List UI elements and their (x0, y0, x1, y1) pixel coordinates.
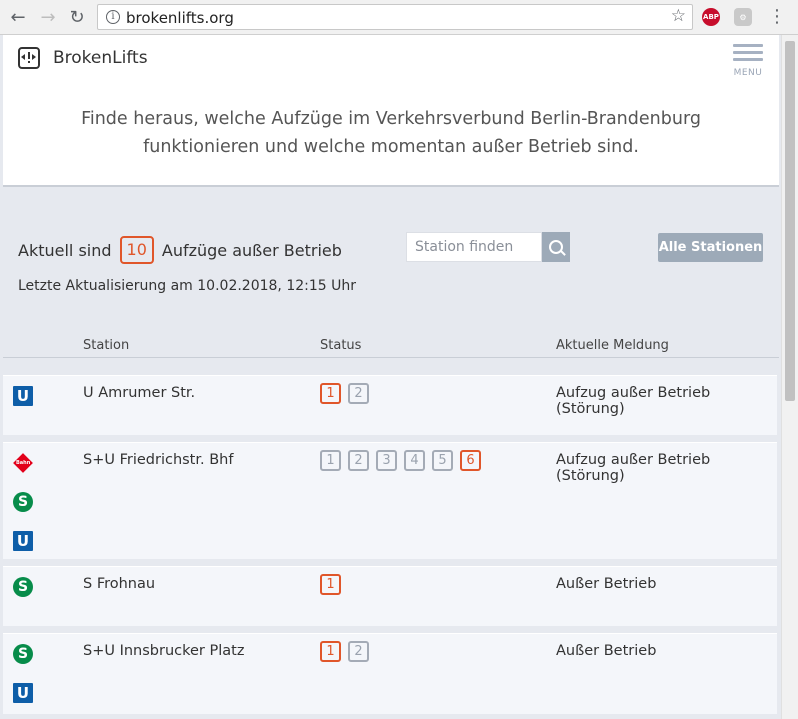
ubahn-icon: U (13, 531, 33, 551)
summary-suffix: Aufzüge außer Betrieb (161, 240, 342, 260)
lift-status-list: 12 (320, 383, 376, 404)
lift-badge-broken[interactable]: 1 (320, 383, 341, 404)
summary-line: Aktuell sind 10 Aufzüge außer Betrieb (18, 236, 342, 264)
lift-status-list: 123456 (320, 450, 488, 471)
forward-icon[interactable]: → (36, 5, 60, 29)
broken-count-badge: 10 (119, 236, 154, 264)
lift-badge-ok[interactable]: 2 (348, 641, 369, 662)
bookmark-star-icon[interactable]: ☆ (671, 6, 686, 26)
adblock-extension-icon[interactable]: ABP (702, 8, 720, 26)
address-bar[interactable]: i brokenlifts.org ☆ (97, 4, 693, 30)
lift-badge-broken[interactable]: 6 (460, 450, 481, 471)
lift-badge-ok[interactable]: 1 (320, 450, 341, 471)
lift-badge-ok[interactable]: 3 (376, 450, 397, 471)
lift-badge-broken[interactable]: 1 (320, 641, 341, 662)
back-icon[interactable]: ← (6, 5, 30, 29)
search-input[interactable]: Station finden (406, 232, 542, 262)
hero-header: BrokenLifts MENU Finde heraus, welche Au… (3, 35, 779, 187)
reload-icon[interactable]: ↻ (65, 5, 89, 29)
station-row[interactable]: S S Frohnau 1 Außer Betrieb (3, 566, 777, 626)
brand-name[interactable]: BrokenLifts (53, 48, 148, 68)
sbahn-icon: S (13, 492, 33, 512)
search-button[interactable] (542, 232, 570, 262)
lift-badge-ok[interactable]: 4 (404, 450, 425, 471)
column-station: Station (83, 338, 130, 353)
brokenlifts-logo-icon[interactable] (18, 47, 40, 69)
extension-icon[interactable]: ⚙ (734, 8, 752, 26)
sbahn-icon: S (13, 644, 33, 664)
station-name[interactable]: S+U Innsbrucker Platz (83, 643, 244, 659)
tagline: Finde heraus, welche Aufzüge im Verkehrs… (81, 109, 701, 157)
table-header: Station Status Aktuelle Meldung (3, 337, 779, 358)
search-icon (549, 240, 563, 254)
url-text: brokenlifts.org (126, 9, 234, 27)
db-bahn-icon: Bahn (13, 453, 33, 473)
lift-badge-ok[interactable]: 2 (348, 450, 369, 471)
station-row[interactable]: U U Amrumer Str. 1 2 Aufzug außer Betrieb (S… (3, 375, 777, 435)
summary-prefix: Aktuell sind (18, 240, 112, 260)
browser-menu-icon[interactable]: ⋮ (768, 6, 786, 27)
station-name[interactable]: S+U Friedrichstr. Bhf (83, 452, 233, 468)
current-message: Aufzug außer Betrieb (Störung) (556, 452, 711, 484)
ubahn-icon: U (13, 683, 33, 703)
lift-badge-ok[interactable]: 2 (348, 383, 369, 404)
station-row[interactable]: S U S+U Innsbrucker Platz 1 2 Außer Betrieb (3, 633, 777, 714)
lift-badge-broken[interactable]: 1 (320, 574, 341, 595)
current-message: Außer Betrieb (556, 643, 657, 659)
station-name[interactable]: S Frohnau (83, 576, 155, 592)
last-update-text: Letzte Aktualisierung am 10.02.2018, 12:… (18, 278, 356, 294)
browser-toolbar: ← → ↻ i brokenlifts.org ☆ ABP ⚙ ⋮ (0, 0, 798, 35)
column-status: Status (320, 338, 362, 353)
page-content: BrokenLifts MENU Finde heraus, welche Au… (3, 35, 779, 719)
page-scrollbar[interactable] (781, 35, 798, 719)
lift-status-list: 12 (320, 641, 376, 662)
lift-badge-ok[interactable]: 5 (432, 450, 453, 471)
station-search: Station finden (406, 232, 570, 262)
scrollbar-thumb[interactable] (785, 41, 795, 401)
lift-status-list: 1 (320, 574, 348, 595)
column-message: Aktuelle Meldung (556, 338, 669, 353)
all-stations-button[interactable]: Alle Stationen (658, 233, 763, 262)
ubahn-icon: U (13, 386, 33, 406)
station-row[interactable]: Bahn S U S+U Friedrichstr. Bhf 1 2 3 4 5 6 Aufzug … (3, 442, 777, 559)
sbahn-icon: S (13, 577, 33, 597)
menu-label: MENU (733, 68, 763, 78)
current-message: Aufzug außer Betrieb (Störung) (556, 385, 711, 417)
info-icon[interactable]: i (106, 10, 120, 24)
menu-button[interactable]: MENU (733, 44, 763, 78)
current-message: Außer Betrieb (556, 576, 657, 592)
station-name[interactable]: U Amrumer Str. (83, 385, 195, 401)
hamburger-icon (733, 44, 763, 47)
